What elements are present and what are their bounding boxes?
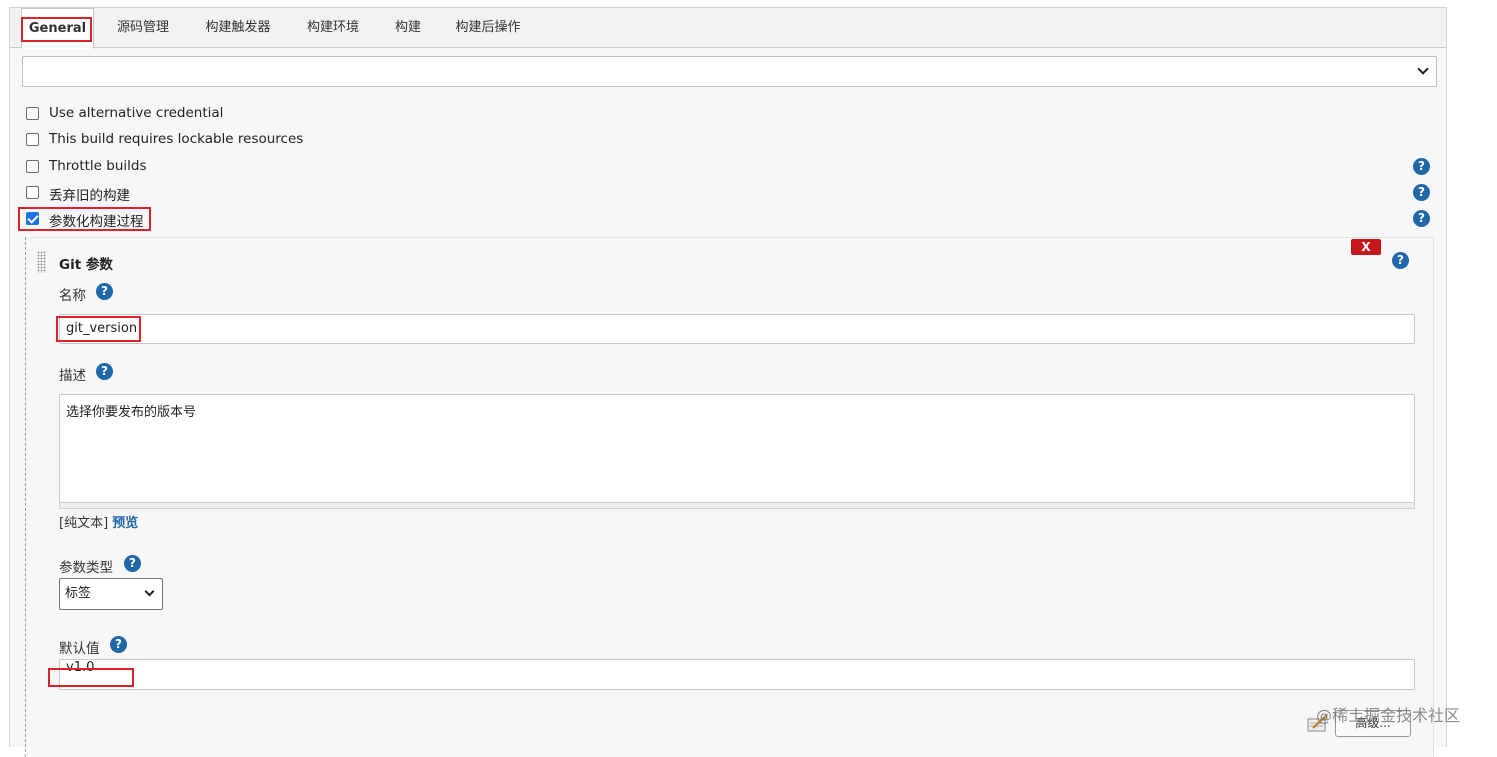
tab-build-triggers[interactable]: 构建触发器 bbox=[196, 8, 280, 48]
tab-general[interactable]: General bbox=[21, 8, 94, 49]
drag-handle-icon[interactable] bbox=[37, 251, 46, 273]
option-throttle-builds[interactable]: Throttle builds bbox=[26, 158, 426, 178]
checkbox-discard-old-builds[interactable] bbox=[26, 186, 39, 199]
format-prefix: [纯文本] bbox=[59, 516, 109, 531]
git-parameter-block: Git 参数 X ? 名称 ? git_version 描述 ? 选择你要发布的… bbox=[31, 237, 1434, 757]
chevron-down-icon bbox=[1417, 63, 1429, 75]
default-value: v1.0 bbox=[66, 660, 95, 675]
tab-bar: General 源码管理 构建触发器 构建环境 构建 构建后操作 bbox=[10, 8, 1446, 49]
default-value-input[interactable]: v1.0 bbox=[59, 659, 1415, 690]
help-icon[interactable]: ? bbox=[1413, 184, 1430, 201]
preview-link[interactable]: 预览 bbox=[112, 516, 138, 531]
option-discard-old-builds[interactable]: 丢弃旧的构建 bbox=[26, 184, 426, 204]
textarea-resize-handle[interactable] bbox=[59, 503, 1415, 509]
option-label: Throttle builds bbox=[49, 158, 147, 174]
option-label: This build requires lockable resources bbox=[49, 131, 304, 147]
tab-post-build[interactable]: 构建后操作 bbox=[446, 8, 530, 48]
parameter-title: Git 参数 bbox=[59, 257, 113, 273]
watermark: @稀土掘金技术社区 bbox=[1316, 706, 1461, 725]
help-icon[interactable]: ? bbox=[1392, 252, 1409, 269]
type-select-value: 标签 bbox=[65, 586, 92, 601]
delete-parameter-button[interactable]: X bbox=[1351, 239, 1381, 255]
description-label: 描述 bbox=[59, 368, 86, 384]
help-icon[interactable]: ? bbox=[96, 363, 113, 380]
help-icon[interactable]: ? bbox=[1413, 158, 1430, 175]
checkbox-throttle-builds[interactable] bbox=[26, 160, 39, 173]
chevron-down-icon bbox=[144, 586, 155, 597]
name-label: 名称 bbox=[59, 288, 86, 304]
checkbox-lockable-resources[interactable] bbox=[26, 133, 39, 146]
top-dropdown[interactable] bbox=[22, 56, 1437, 87]
description-textarea[interactable]: 选择你要发布的版本号 bbox=[59, 394, 1415, 503]
name-input[interactable]: git_version bbox=[59, 314, 1415, 344]
type-label: 参数类型 bbox=[59, 560, 113, 576]
checkbox-alt-credential[interactable] bbox=[26, 107, 39, 120]
config-panel: General 源码管理 构建触发器 构建环境 构建 构建后操作 Use alt… bbox=[9, 7, 1447, 757]
option-label: 丢弃旧的构建 bbox=[49, 188, 130, 204]
option-label: 参数化构建过程 bbox=[49, 214, 144, 230]
name-input-value: git_version bbox=[66, 321, 138, 336]
option-parameterized-build[interactable]: 参数化构建过程 bbox=[26, 210, 426, 230]
description-value: 选择你要发布的版本号 bbox=[66, 405, 197, 420]
help-icon[interactable]: ? bbox=[96, 283, 113, 300]
help-icon[interactable]: ? bbox=[110, 636, 127, 653]
default-label: 默认值 bbox=[59, 641, 100, 657]
help-icon[interactable]: ? bbox=[124, 555, 141, 572]
help-icon[interactable]: ? bbox=[1413, 210, 1430, 227]
option-lockable-resources[interactable]: This build requires lockable resources bbox=[26, 131, 426, 151]
tab-build-environment[interactable]: 构建环境 bbox=[298, 8, 368, 48]
format-line: [纯文本] 预览 bbox=[59, 512, 138, 531]
option-alt-credential[interactable]: Use alternative credential bbox=[26, 105, 426, 125]
checkbox-parameterized-build[interactable] bbox=[26, 212, 39, 225]
tab-scm[interactable]: 源码管理 bbox=[108, 8, 178, 48]
option-label: Use alternative credential bbox=[49, 105, 224, 121]
tab-build[interactable]: 构建 bbox=[386, 8, 430, 48]
type-select[interactable]: 标签 bbox=[59, 578, 163, 610]
